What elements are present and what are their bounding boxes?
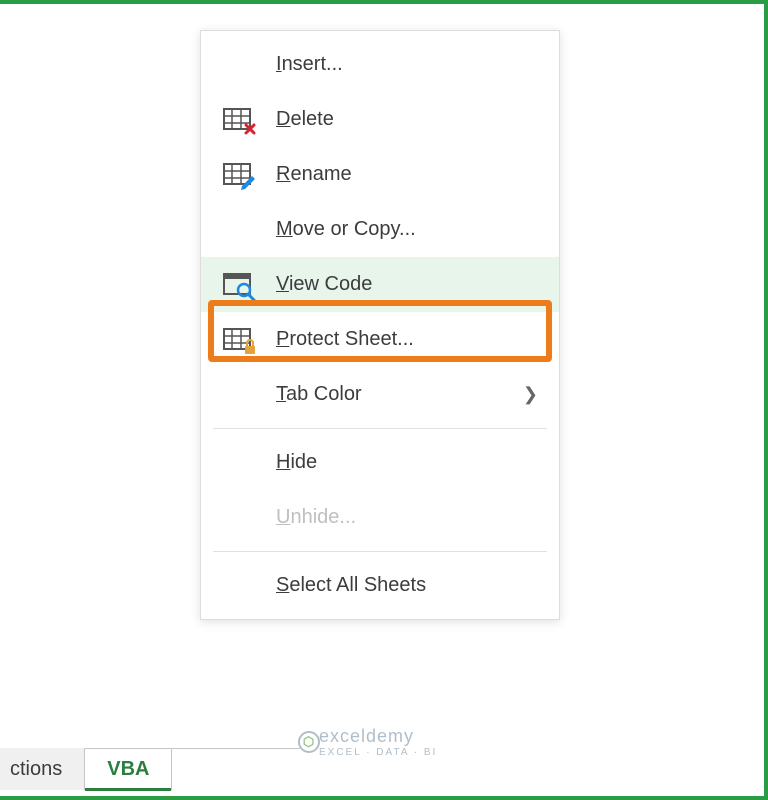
protect-sheet-icon: [216, 320, 261, 360]
sheet-context-menu: Insert... Delete Renam: [200, 30, 560, 620]
menu-insert[interactable]: Insert...: [201, 37, 559, 92]
menu-label: Unhide...: [261, 506, 544, 529]
watermark: ⬡ exceldemy EXCEL · DATA · BI: [298, 726, 437, 758]
menu-hide[interactable]: Hide: [201, 435, 559, 490]
watermark-sub: EXCEL · DATA · BI: [319, 747, 437, 758]
watermark-icon: ⬡: [298, 731, 320, 753]
hide-icon: [216, 443, 261, 483]
sheet-tab-vba[interactable]: VBA: [85, 748, 172, 790]
sheet-tabs: ctions VBA: [0, 748, 300, 790]
tab-color-icon: [216, 375, 261, 415]
move-or-copy-icon: [216, 210, 261, 250]
menu-label: View Code: [261, 273, 544, 296]
select-all-icon: [216, 566, 261, 606]
menu-label: Move or Copy...: [261, 218, 544, 241]
menu-view-code[interactable]: View Code: [201, 257, 559, 312]
menu-label: Protect Sheet...: [261, 328, 544, 351]
menu-tab-color[interactable]: Tab Color ❯: [201, 367, 559, 422]
menu-separator: [213, 551, 547, 552]
delete-icon: [216, 100, 261, 140]
menu-label: Rename: [261, 163, 544, 186]
unhide-icon: [216, 498, 261, 538]
sheet-tab-partial[interactable]: ctions: [0, 748, 85, 790]
view-code-icon: [216, 265, 261, 305]
watermark-text: exceldemy: [319, 726, 437, 747]
menu-rename[interactable]: Rename: [201, 147, 559, 202]
rename-icon: [216, 155, 261, 195]
menu-protect-sheet[interactable]: Protect Sheet...: [201, 312, 559, 367]
menu-label: Delete: [261, 108, 544, 131]
menu-separator: [213, 428, 547, 429]
menu-select-all-sheets[interactable]: Select All Sheets: [201, 558, 559, 613]
insert-icon: [216, 45, 261, 85]
menu-label: Hide: [261, 451, 544, 474]
menu-move-or-copy[interactable]: Move or Copy...: [201, 202, 559, 257]
chevron-right-icon: ❯: [523, 384, 544, 405]
menu-label: Insert...: [261, 53, 544, 76]
menu-label: Tab Color: [261, 383, 523, 406]
menu-delete[interactable]: Delete: [201, 92, 559, 147]
menu-unhide: Unhide...: [201, 490, 559, 545]
menu-label: Select All Sheets: [261, 574, 544, 597]
